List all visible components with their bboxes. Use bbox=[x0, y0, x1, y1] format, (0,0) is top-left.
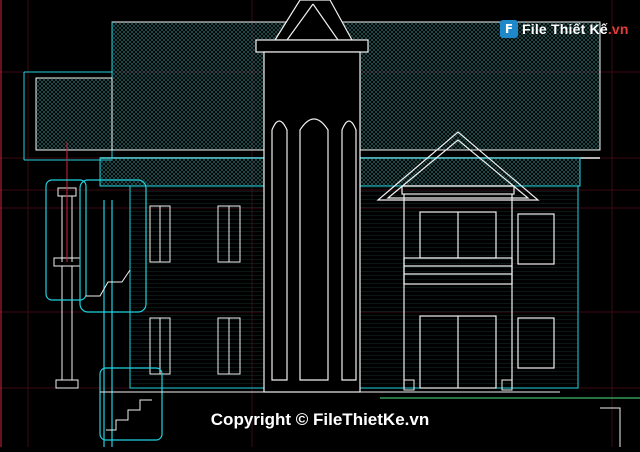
copyright-watermark: Copyright © FileThietKe.vn bbox=[210, 410, 430, 429]
central-tower bbox=[255, 0, 369, 393]
left-roof bbox=[23, 71, 113, 161]
site-logo: F File Thiết Kế.vn bbox=[500, 16, 629, 42]
elevation-drawing bbox=[0, 0, 640, 447]
logo-text: File Thiết Kế.vn bbox=[522, 21, 629, 37]
logo-suffix: .vn bbox=[607, 21, 629, 37]
logo-badge: F bbox=[500, 20, 518, 38]
cad-viewport[interactable]: F File Thiết Kế.vn Copyright © FileThiet… bbox=[0, 0, 640, 447]
logo-name: File Thiết Kế bbox=[522, 21, 608, 37]
